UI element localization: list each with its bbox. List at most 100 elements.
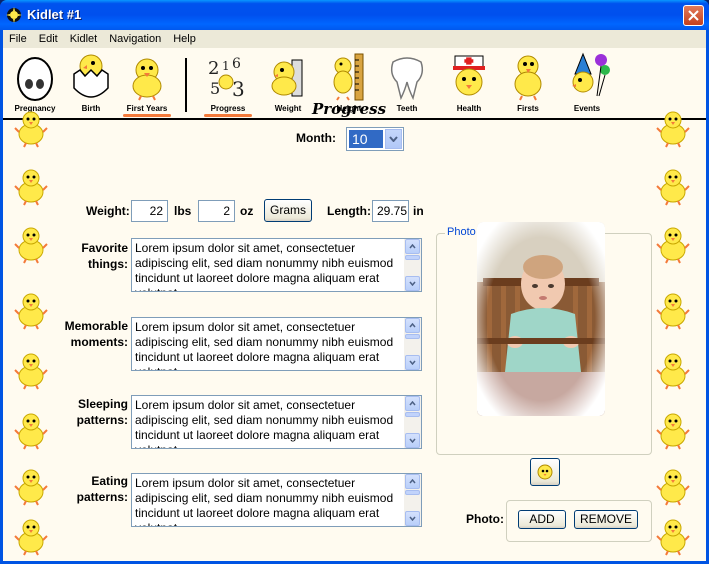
toolbar-events-button[interactable]: Events xyxy=(559,52,615,116)
scroll-up-button[interactable] xyxy=(405,474,420,489)
grams-button[interactable]: Grams xyxy=(264,199,312,222)
chick-icon xyxy=(132,58,162,101)
scroll-thumb[interactable] xyxy=(405,255,420,260)
svg-text:2: 2 xyxy=(208,58,219,79)
dropdown-arrow[interactable] xyxy=(385,129,402,149)
scrollbar[interactable] xyxy=(404,318,421,370)
window-title: Kidlet #1 xyxy=(27,7,82,22)
chevron-down-icon xyxy=(409,516,416,521)
chick-decoration-icon xyxy=(656,410,690,450)
scroll-down-button[interactable] xyxy=(405,276,420,291)
chick-decoration-icon xyxy=(656,516,690,556)
add-photo-button[interactable]: ADD xyxy=(518,510,566,529)
chevron-down-icon xyxy=(409,360,416,365)
label-line: patterns: xyxy=(76,413,128,427)
label-line: patterns: xyxy=(76,490,128,504)
page-title: Progress xyxy=(312,100,387,118)
egg-icon xyxy=(17,57,53,101)
nurse-chick-icon xyxy=(453,55,485,96)
chick-decoration-icon xyxy=(656,466,690,506)
chick-decoration-icon xyxy=(14,350,48,390)
balloon-chick-icon xyxy=(514,55,542,101)
scale-chick-icon xyxy=(271,59,303,97)
sleeping-patterns-textarea[interactable]: Lorem ipsum dolor sit amet, consectetuer… xyxy=(131,395,422,449)
memorable-moments-textarea[interactable]: Lorem ipsum dolor sit amet, consectetuer… xyxy=(131,317,422,371)
scroll-down-button[interactable] xyxy=(405,433,420,448)
weight-oz-field[interactable]: 2 xyxy=(198,200,235,222)
label-line: Memorable xyxy=(64,319,128,333)
toolbar-teeth-button[interactable]: Teeth xyxy=(379,52,435,116)
scroll-thumb[interactable] xyxy=(405,412,420,417)
month-label: Month: xyxy=(296,131,336,145)
photo-label: Photo: xyxy=(466,512,504,526)
scroll-up-button[interactable] xyxy=(405,239,420,254)
eating-patterns-textarea[interactable]: Lorem ipsum dolor sit amet, consectetuer… xyxy=(131,473,422,527)
label-line: Sleeping xyxy=(77,397,128,411)
label-line: Favorite xyxy=(81,241,128,255)
scroll-down-button[interactable] xyxy=(405,355,420,370)
label-line: Eating xyxy=(91,474,128,488)
toolbar-first-years-button[interactable]: First Years xyxy=(119,52,175,117)
menu-navigation[interactable]: Navigation xyxy=(103,30,167,48)
lbs-unit: lbs xyxy=(174,204,192,218)
textarea-content: Lorem ipsum dolor sit amet, consectetuer… xyxy=(135,476,394,526)
label-line: things: xyxy=(88,257,128,271)
menu-help[interactable]: Help xyxy=(167,30,202,48)
scroll-up-button[interactable] xyxy=(405,396,420,411)
scroll-thumb[interactable] xyxy=(405,334,420,339)
title-bar: Kidlet #1 xyxy=(0,0,709,30)
chick-decoration-icon xyxy=(14,516,48,556)
photo-chick-button[interactable] xyxy=(530,458,560,486)
active-indicator xyxy=(123,114,171,117)
active-indicator xyxy=(204,114,252,117)
scrollbar[interactable] xyxy=(404,239,421,291)
scroll-up-button[interactable] xyxy=(405,318,420,333)
menu-bar: File Edit Kidlet Navigation Help xyxy=(3,30,706,48)
chick-decoration-icon xyxy=(14,166,48,206)
numbers-icon: 2 1 6 5 3 xyxy=(208,56,245,101)
chevron-up-icon xyxy=(409,244,416,249)
scroll-thumb[interactable] xyxy=(405,490,420,495)
toolbar-label: Events xyxy=(573,104,601,113)
length-field[interactable]: 29.75 xyxy=(372,200,409,222)
chevron-down-icon xyxy=(409,438,416,443)
chick-decoration-icon xyxy=(656,224,690,264)
chick-icon xyxy=(537,464,553,480)
toolbar-firsts-button[interactable]: Firsts xyxy=(500,52,556,116)
menu-edit[interactable]: Edit xyxy=(33,30,64,48)
menu-kidlet[interactable]: Kidlet xyxy=(64,30,104,48)
chevron-down-icon xyxy=(409,281,416,286)
scrollbar[interactable] xyxy=(404,396,421,448)
chick-decoration-icon xyxy=(14,290,48,330)
toolbar-health-button[interactable]: Health xyxy=(441,52,497,116)
toolbar-weight-button[interactable]: Weight xyxy=(260,52,316,116)
favorite-things-textarea[interactable]: Lorem ipsum dolor sit amet, consectetuer… xyxy=(131,238,422,292)
chevron-up-icon xyxy=(409,323,416,328)
svg-text:1: 1 xyxy=(222,59,230,73)
scroll-down-button[interactable] xyxy=(405,511,420,526)
month-select[interactable]: 10 xyxy=(346,127,404,151)
chevron-up-icon xyxy=(409,479,416,484)
baby-photo xyxy=(477,222,605,416)
remove-photo-button[interactable]: REMOVE xyxy=(574,510,638,529)
close-button[interactable] xyxy=(683,5,704,26)
toolbar-birth-button[interactable]: Birth xyxy=(63,52,119,116)
chick-decoration-icon xyxy=(656,166,690,206)
scrollbar[interactable] xyxy=(404,474,421,526)
toolbar-progress-button[interactable]: 2 1 6 5 3 Progress xyxy=(200,52,256,117)
chick-decoration-icon xyxy=(14,224,48,264)
chick-decoration-icon xyxy=(14,410,48,450)
toolbar-label: Firsts xyxy=(517,104,539,113)
toolbar-label: Health xyxy=(456,104,482,113)
menu-file[interactable]: File xyxy=(3,30,33,48)
toolbar-separator xyxy=(185,58,187,112)
textarea-content: Lorem ipsum dolor sit amet, consectetuer… xyxy=(135,241,394,291)
tooth-icon xyxy=(390,57,424,101)
toolbar-pregnancy-button[interactable]: Pregnancy xyxy=(7,52,63,116)
svg-text:3: 3 xyxy=(232,77,245,101)
weight-lbs-field[interactable]: 22 xyxy=(131,200,168,222)
chick-decoration-icon xyxy=(656,290,690,330)
toolbar-label: First Years xyxy=(126,104,168,113)
chevron-up-icon xyxy=(409,401,416,406)
length-unit: in xyxy=(413,204,424,218)
